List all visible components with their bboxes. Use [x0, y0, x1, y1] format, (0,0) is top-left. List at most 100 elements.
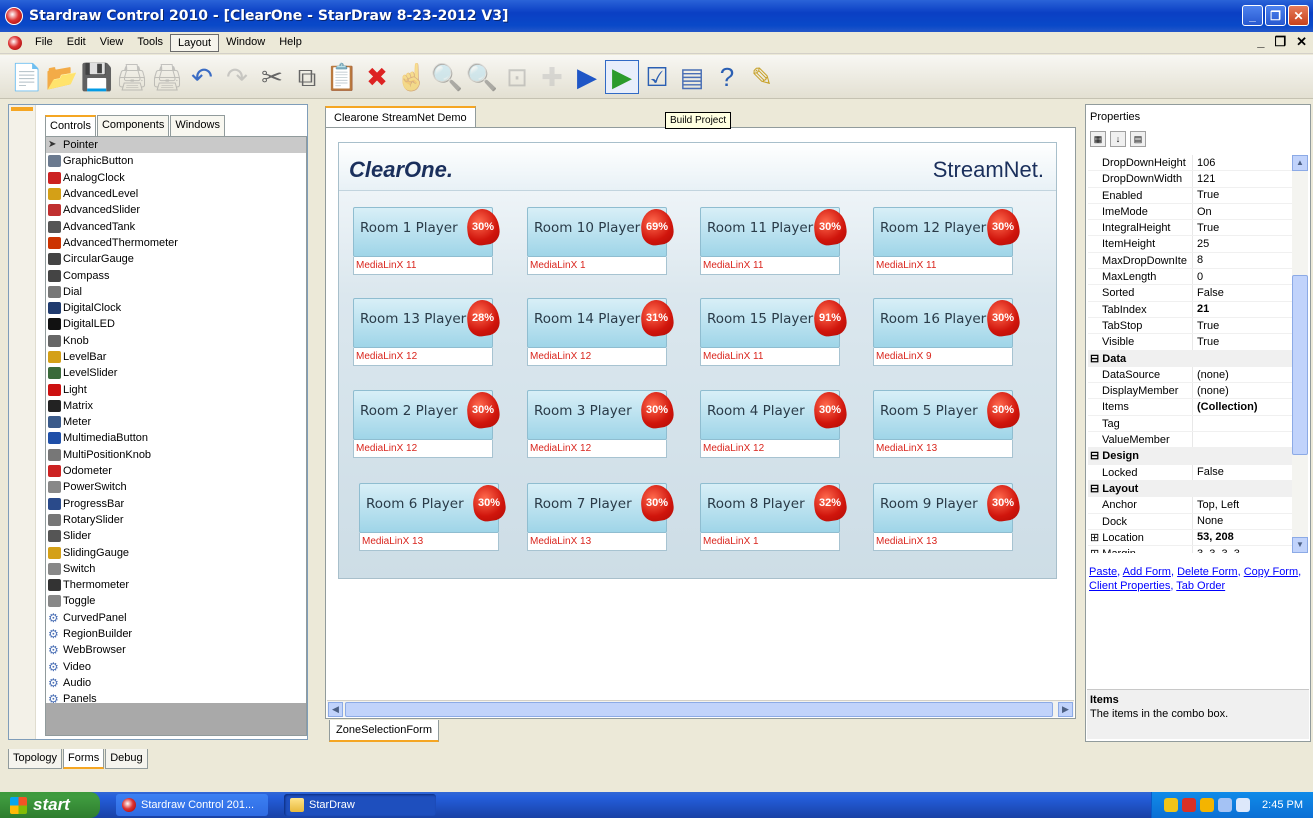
property-value[interactable]: True: [1193, 336, 1219, 348]
stardraw-app-icon[interactable]: [5, 7, 23, 25]
control-item-thermometer[interactable]: Thermometer: [46, 577, 306, 593]
menu-layout[interactable]: Layout: [170, 33, 220, 52]
menu-tools[interactable]: Tools: [130, 34, 170, 52]
property-row-dock[interactable]: Dock None: [1088, 513, 1294, 530]
property-value[interactable]: False: [1193, 287, 1224, 299]
help-button[interactable]: ?: [710, 60, 744, 94]
control-item-multipositionknob[interactable]: MultiPositionKnob: [46, 447, 306, 463]
volume-badge[interactable]: 30%: [467, 392, 499, 428]
property-value[interactable]: On: [1193, 206, 1212, 218]
room-player-tile[interactable]: Room 7 Player MediaLinX 13 30%: [527, 483, 668, 553]
property-row-itemheight[interactable]: ItemHeight 25: [1088, 236, 1294, 253]
control-item-digitalclock[interactable]: DigitalClock: [46, 300, 306, 316]
property-row-integralheight[interactable]: IntegralHeight True: [1088, 220, 1294, 237]
edit-notes-button[interactable]: ✎: [745, 60, 779, 94]
collapse-icon[interactable]: ⊟: [1090, 450, 1102, 462]
volume-badge[interactable]: 32%: [814, 485, 846, 521]
control-item-levelslider[interactable]: LevelSlider: [46, 365, 306, 381]
property-value[interactable]: 3, 3, 3, 3: [1193, 548, 1240, 553]
control-item-rotaryslider[interactable]: RotarySlider: [46, 512, 306, 528]
property-value[interactable]: 121: [1193, 173, 1215, 185]
property-category-layout[interactable]: ⊟ Layout: [1088, 480, 1294, 498]
control-item-advancedlevel[interactable]: AdvancedLevel: [46, 186, 306, 202]
print-preview-button[interactable]: 🖨: [150, 60, 184, 94]
start-button[interactable]: start: [0, 792, 100, 818]
property-scroll-thumb[interactable]: [1292, 275, 1308, 455]
collapse-icon[interactable]: ⊟: [1090, 483, 1102, 495]
tray-app-icon[interactable]: [1218, 798, 1233, 812]
tray-display-icon[interactable]: [1236, 798, 1251, 812]
scroll-thumb[interactable]: [345, 702, 1053, 717]
property-value[interactable]: True: [1193, 320, 1219, 332]
volume-badge[interactable]: 30%: [987, 392, 1019, 428]
property-row-anchor[interactable]: Anchor Top, Left: [1088, 497, 1294, 514]
tab-zone-selection-form[interactable]: ZoneSelectionForm: [329, 720, 439, 742]
tray-network-icon[interactable]: [1164, 798, 1179, 812]
volume-badge[interactable]: 30%: [987, 209, 1019, 245]
property-value[interactable]: 25: [1193, 238, 1209, 250]
room-player-tile[interactable]: Room 15 Player MediaLinX 11 91%: [700, 298, 841, 368]
paste-button[interactable]: 📋: [325, 60, 359, 94]
control-item-progressbar[interactable]: ProgressBar: [46, 496, 306, 512]
property-row-datasource[interactable]: DataSource (none): [1088, 366, 1294, 384]
room-player-tile[interactable]: Room 3 Player MediaLinX 12 30%: [527, 390, 668, 460]
control-item-circulargauge[interactable]: CircularGauge: [46, 251, 306, 267]
volume-badge[interactable]: 30%: [641, 392, 673, 428]
menu-window[interactable]: Window: [219, 34, 272, 52]
property-row-dropdownheight[interactable]: DropDownHeight 106: [1088, 155, 1294, 172]
control-item-slidinggauge[interactable]: SlidingGauge: [46, 544, 306, 560]
property-value[interactable]: (none): [1193, 369, 1229, 381]
room-player-tile[interactable]: Room 1 Player MediaLinX 11 30%: [353, 207, 494, 277]
zoom-in-button[interactable]: 🔍: [430, 60, 464, 94]
control-item-advancedslider[interactable]: AdvancedSlider: [46, 202, 306, 218]
expand-icon[interactable]: ⊞: [1090, 548, 1102, 553]
link-tab-order[interactable]: Tab Order: [1176, 580, 1225, 592]
volume-badge[interactable]: 30%: [814, 209, 846, 245]
volume-badge[interactable]: 30%: [473, 485, 505, 521]
link-paste[interactable]: Paste: [1089, 566, 1117, 578]
tab-topology[interactable]: Topology: [8, 749, 63, 769]
property-value[interactable]: (Collection): [1193, 401, 1258, 413]
link-copy-form[interactable]: Copy Form: [1244, 566, 1298, 578]
document-icon[interactable]: [8, 35, 22, 50]
property-row-displaymember[interactable]: DisplayMember (none): [1088, 383, 1294, 400]
expand-icon[interactable]: ⊞: [1090, 532, 1102, 544]
scroll-right-arrow[interactable]: ▶: [1058, 702, 1073, 717]
control-item-switch[interactable]: Switch: [46, 561, 306, 577]
control-item-compass[interactable]: Compass: [46, 267, 306, 283]
menu-edit[interactable]: Edit: [60, 34, 93, 52]
control-item-digitalled[interactable]: DigitalLED: [46, 316, 306, 332]
volume-badge[interactable]: 30%: [987, 300, 1019, 336]
property-row-tabstop[interactable]: TabStop True: [1088, 317, 1294, 335]
control-item-dial[interactable]: Dial: [46, 284, 306, 300]
alphabetical-sort-icon[interactable]: ↓: [1110, 131, 1126, 147]
control-item-levelbar[interactable]: LevelBar: [46, 349, 306, 365]
control-item-analogclock[interactable]: AnalogClock: [46, 170, 306, 186]
room-player-tile[interactable]: Room 14 Player MediaLinX 12 31%: [527, 298, 668, 368]
property-row-locked[interactable]: Locked False: [1088, 464, 1294, 481]
tab-windows[interactable]: Windows: [170, 115, 225, 136]
property-row-imemode[interactable]: ImeMode On: [1088, 203, 1294, 221]
property-value[interactable]: False: [1193, 466, 1224, 478]
property-value[interactable]: (none): [1193, 385, 1229, 397]
control-item-video[interactable]: ⚙ Video: [46, 659, 306, 675]
properties-button[interactable]: ▤: [675, 60, 709, 94]
property-row-visible[interactable]: Visible True: [1088, 334, 1294, 351]
mdi-restore-button[interactable]: ❐: [1274, 34, 1286, 50]
property-value[interactable]: 21: [1193, 303, 1209, 315]
taskbar-button[interactable]: StarDraw: [284, 794, 436, 816]
mdi-minimize-button[interactable]: _: [1257, 34, 1264, 50]
control-item-slider[interactable]: Slider: [46, 528, 306, 544]
room-player-tile[interactable]: Room 5 Player MediaLinX 13 30%: [873, 390, 1014, 460]
room-player-tile[interactable]: Room 10 Player MediaLinX 1 69%: [527, 207, 668, 277]
property-value[interactable]: 106: [1193, 157, 1215, 169]
property-value[interactable]: True: [1193, 222, 1219, 234]
tab-forms[interactable]: Forms: [63, 749, 105, 769]
property-pages-icon[interactable]: ▤: [1130, 131, 1146, 147]
property-row-tag[interactable]: Tag: [1088, 415, 1294, 433]
new-button[interactable]: 📄: [10, 60, 44, 94]
control-item-pointer[interactable]: ➤ Pointer: [46, 137, 306, 154]
property-value[interactable]: 8: [1193, 254, 1203, 266]
property-category-design[interactable]: ⊟ Design: [1088, 448, 1294, 465]
property-row-tabindex[interactable]: TabIndex 21: [1088, 301, 1294, 318]
